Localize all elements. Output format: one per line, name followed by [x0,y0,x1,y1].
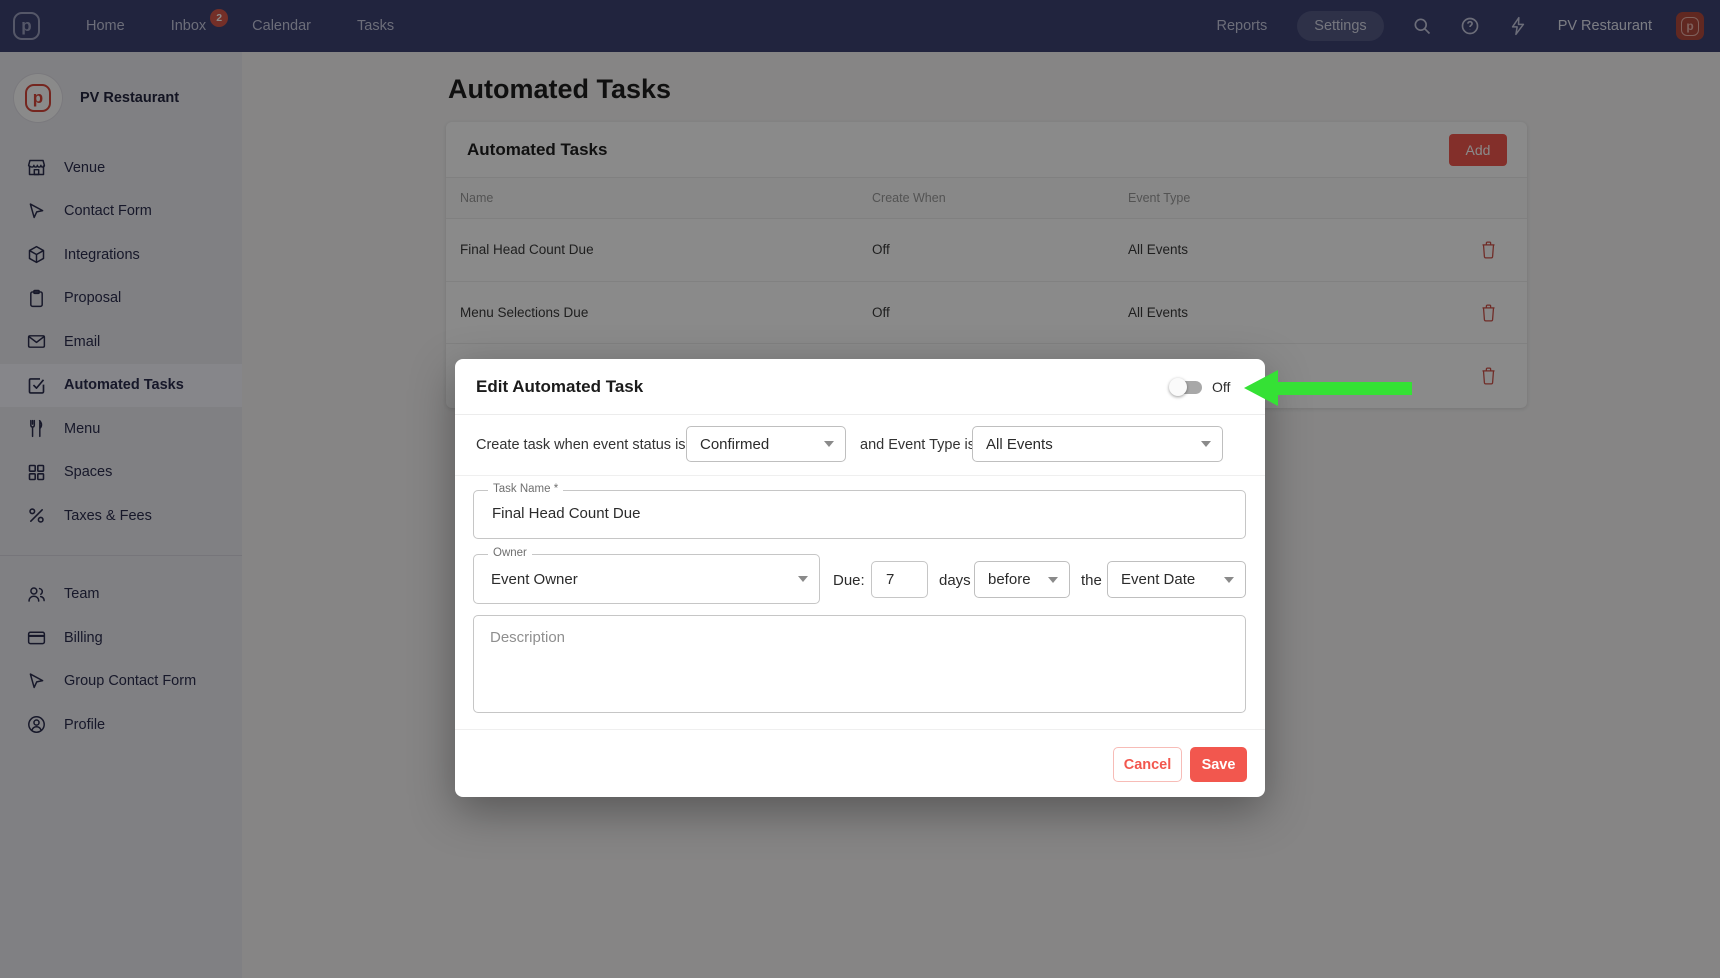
task-enabled-toggle[interactable]: Off [1169,378,1230,396]
task-name-field[interactable]: Task Name * Final Head Count Due [473,490,1246,539]
description-textarea[interactable] [473,615,1246,713]
toggle-state-label: Off [1212,379,1230,395]
before-after-select[interactable]: before [974,561,1070,598]
cancel-button[interactable]: Cancel [1113,747,1182,782]
modal-header: Edit Automated Task Off [455,359,1265,415]
chevron-down-icon [824,441,834,447]
due-days-input[interactable] [871,561,928,598]
modal-divider [455,475,1265,476]
status-row-prefix: Create task when event status is [476,437,686,453]
anchor-date-value: Event Date [1121,571,1195,588]
edit-automated-task-modal: Edit Automated Task Off Create task when… [455,359,1265,797]
anchor-date-select[interactable]: Event Date [1107,561,1246,598]
event-status-value: Confirmed [700,436,769,453]
owner-select[interactable]: Owner Event Owner [473,554,820,604]
modal-title: Edit Automated Task [476,377,643,397]
chevron-down-icon [1048,577,1058,583]
arrow-tail [1276,382,1412,395]
modal-footer-divider [455,729,1265,730]
before-after-value: before [988,571,1031,588]
chevron-down-icon [1201,441,1211,447]
arrow-head-icon [1244,370,1278,406]
save-button[interactable]: Save [1190,747,1247,782]
chevron-down-icon [1224,577,1234,583]
due-label: Due: [833,572,865,589]
chevron-down-icon [798,576,808,582]
days-label: days [939,572,971,589]
event-type-value: All Events [986,436,1053,453]
event-type-select[interactable]: All Events [972,426,1223,462]
annotation-arrow [1244,370,1414,407]
toggle-switch-icon[interactable] [1169,378,1205,396]
app-viewport: p Home Inbox 2 Calendar Tasks Reports Se… [0,0,1720,978]
task-name-value: Final Head Count Due [492,505,640,522]
the-label: the [1081,572,1102,589]
status-row-middle: and Event Type is [860,437,975,453]
event-status-select[interactable]: Confirmed [686,426,846,462]
task-name-label: Task Name * [488,483,563,495]
owner-label: Owner [488,547,532,559]
owner-value: Event Owner [491,571,578,588]
